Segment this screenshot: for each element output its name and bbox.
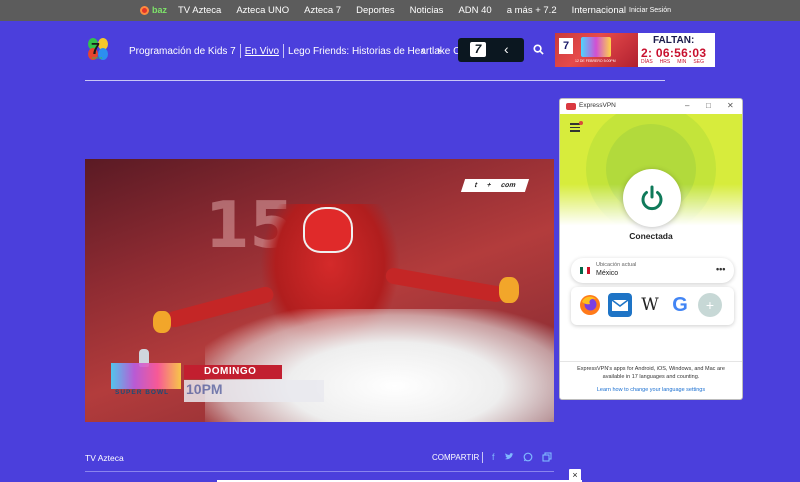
minimize-icon[interactable]: – <box>685 101 689 110</box>
program-nav: Programación de Kids 7 En Vivo Lego Frie… <box>129 44 460 58</box>
topnav-item-azteca-uno[interactable]: Azteca UNO <box>236 5 289 16</box>
topnav-item-azteca-7[interactable]: Azteca 7 <box>304 5 341 16</box>
super-bowl-logo-icon <box>581 37 611 57</box>
player-helmet <box>303 207 353 253</box>
topnav-item-a-mas[interactable]: a más + 7.2 <box>507 5 557 16</box>
live-video-player[interactable]: 15 t + com SUPER BOWL DOMINGO 10PM <box>85 159 554 422</box>
google-icon[interactable]: G <box>668 293 692 317</box>
azteca-7-channel-button[interactable]: 7 ‹ <box>458 38 524 62</box>
mail-icon[interactable] <box>608 293 632 317</box>
nav-separator <box>283 44 285 58</box>
countdown-label: FALTAN: <box>653 35 695 46</box>
baz-logo-icon <box>140 5 149 15</box>
topnav-item-deportes[interactable]: Deportes <box>356 5 395 16</box>
footer-divider <box>85 471 554 472</box>
broadcast-time: 10PM <box>186 381 223 397</box>
connection-status: Conectada <box>629 231 673 241</box>
azteca-7-logo[interactable]: 7 azteca <box>88 38 110 62</box>
maximize-icon[interactable]: □ <box>706 101 711 110</box>
chevron-right-icon[interactable]: › <box>437 43 441 57</box>
network-watermark: t + com <box>460 179 530 192</box>
expressvpn-window: ExpressVPN – □ ✕ Conectada Ubicación act… <box>559 98 743 400</box>
vpn-titlebar: ExpressVPN – □ ✕ <box>560 99 742 114</box>
super-bowl-countdown-ad[interactable]: 7 12 DE FEBRERO 5:00PM FALTAN: 2: 06:56:… <box>555 33 715 67</box>
power-connect-button[interactable] <box>623 169 681 227</box>
close-icon[interactable]: × <box>569 469 581 481</box>
whatsapp-icon[interactable] <box>523 452 533 462</box>
watermark-part: com <box>499 182 517 189</box>
close-window-icon[interactable]: ✕ <box>727 101 734 110</box>
topnav-item-internacional[interactable]: Internacional <box>572 5 626 16</box>
nav-item-en-vivo[interactable]: En Vivo <box>245 46 279 57</box>
topnav-item-adn-40[interactable]: ADN 40 <box>458 5 491 16</box>
copy-icon[interactable] <box>541 452 552 462</box>
watermark-part: t <box>473 182 479 189</box>
countdown-units: DÍAS HRS MIN SEG <box>641 59 704 65</box>
more-options-icon[interactable]: ••• <box>716 264 725 274</box>
broadcast-day: DOMINGO <box>184 365 282 379</box>
back-chevron-icon[interactable]: ‹ <box>504 41 509 57</box>
location-label: Ubicación actual <box>596 262 637 268</box>
baz-label: baz <box>152 5 168 15</box>
nav-item-programacion[interactable]: Programación de Kids 7 <box>129 46 236 57</box>
baz-link[interactable]: baz <box>140 5 167 15</box>
topnav-item-noticias[interactable]: Noticias <box>410 5 444 16</box>
search-icon[interactable] <box>533 44 544 55</box>
location-value: México <box>596 270 619 277</box>
channel-name: TV Azteca <box>85 453 124 463</box>
topnav-item-tv-azteca[interactable]: TV Azteca <box>178 5 221 16</box>
mexico-flag-icon <box>580 267 590 274</box>
notification-dot <box>579 121 583 125</box>
language-note: ExpressVPN's apps for Android, iOS, Wind… <box>577 366 725 380</box>
expressvpn-logo-icon <box>566 103 576 110</box>
player-arm-right <box>384 266 506 304</box>
top-navigation-bar: baz TV Azteca Azteca UNO Azteca 7 Deport… <box>0 0 800 21</box>
social-share-icons: f <box>492 452 552 462</box>
twitter-icon[interactable] <box>504 452 514 462</box>
super-bowl-lvii-logo: SUPER BOWL <box>111 349 181 399</box>
top-nav-links: TV Azteca Azteca UNO Azteca 7 Deportes N… <box>178 5 626 16</box>
unit-seconds: SEG <box>693 59 704 65</box>
unit-days: DÍAS <box>641 59 653 65</box>
countdown-promo-image: 7 12 DE FEBRERO 5:00PM <box>555 33 638 67</box>
share-divider <box>482 452 483 463</box>
chevron-left-icon[interactable]: ‹ <box>421 43 425 57</box>
azteca-7-badge: 7 <box>559 38 573 54</box>
super-bowl-text: SUPER BOWL <box>115 389 170 396</box>
wikipedia-icon[interactable]: W <box>638 293 662 317</box>
lvii-numerals <box>111 363 181 389</box>
header-divider <box>85 80 665 81</box>
unit-minutes: MIN <box>677 59 687 65</box>
watermark-part: + <box>485 182 493 189</box>
add-shortcut-icon[interactable]: + <box>698 293 722 317</box>
current-location-selector[interactable]: Ubicación actual México ••• <box>571 258 734 283</box>
promo-date: 12 DE FEBRERO 5:00PM <box>575 59 616 63</box>
facebook-icon[interactable]: f <box>492 452 495 462</box>
player-glove-left <box>153 311 171 333</box>
signin-link[interactable]: Iniciar Sesión <box>629 7 671 14</box>
nav-arrows: ‹ › <box>421 43 441 57</box>
channel-logo-icon: 7 <box>470 42 486 57</box>
countdown-timer: 2: 06:56:03 <box>641 46 707 60</box>
vpn-footer-divider <box>560 361 742 362</box>
firefox-icon[interactable] <box>578 293 602 317</box>
language-settings-link[interactable]: Learn how to change your language settin… <box>560 387 742 393</box>
vpn-window-title: ExpressVPN <box>579 102 616 109</box>
logo-caption: azteca <box>92 56 103 60</box>
nav-separator <box>239 44 241 58</box>
player-glove-right <box>499 277 519 303</box>
app-shortcuts: W G + <box>571 287 734 325</box>
power-icon <box>641 185 663 211</box>
share-label: COMPARTIR <box>432 453 480 462</box>
unit-hours: HRS <box>659 59 671 65</box>
